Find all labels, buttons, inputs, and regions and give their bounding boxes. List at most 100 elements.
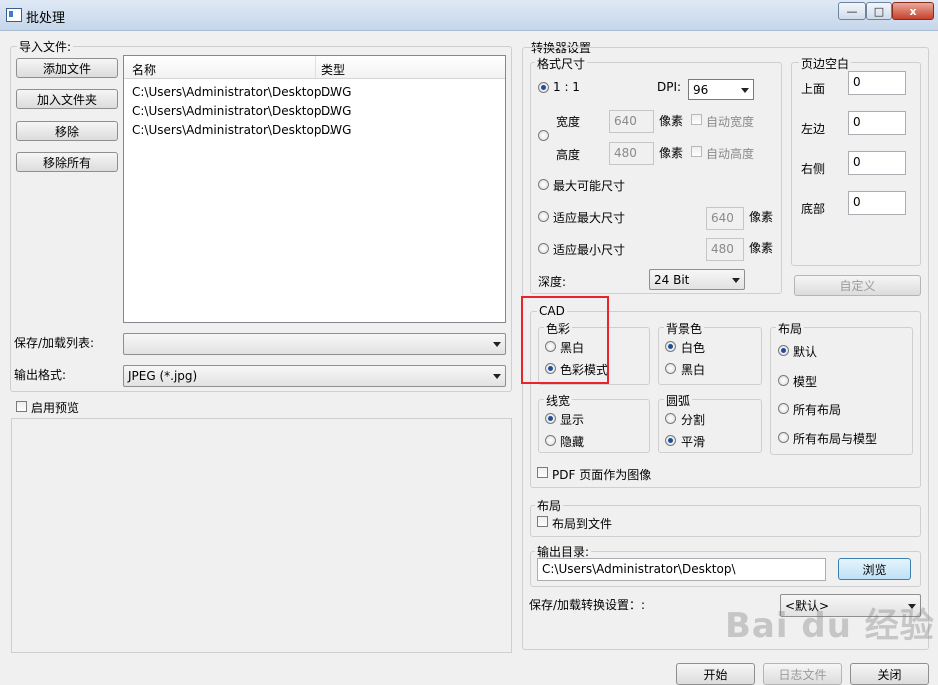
margin-left-input[interactable]: 0 (848, 111, 906, 135)
max-possible-radio[interactable] (538, 179, 549, 190)
title-bar: 批处理 — □ x (0, 0, 938, 31)
output-format-select[interactable]: JPEG (*.jpg) (123, 365, 506, 387)
fit-min-radio[interactable] (538, 243, 549, 254)
margin-top-input[interactable]: 0 (848, 71, 906, 95)
close-icon: x (909, 4, 917, 18)
layout-section-label: 布局 (535, 497, 564, 514)
margin-left-label: 左边 (801, 122, 826, 136)
dpi-label: DPI: (657, 80, 682, 94)
remove-all-button[interactable]: 移除所有 (16, 152, 118, 172)
save-load-convert-label: 保存/加载转换设置：: (529, 598, 646, 612)
baidu-watermark: Bai du 经验 (725, 606, 935, 646)
chevron-down-icon (493, 374, 501, 379)
fit-max-radio[interactable] (538, 211, 549, 222)
ratio-1-1-radio[interactable] (538, 82, 549, 93)
preview-area (11, 418, 512, 653)
margin-top-label: 上面 (801, 82, 826, 96)
enable-preview-checkbox[interactable] (16, 401, 27, 412)
arc-split-radio[interactable] (665, 413, 676, 424)
background-black-radio[interactable] (665, 363, 676, 374)
auto-height-checkbox[interactable] (691, 146, 702, 157)
row-type: DWG (321, 104, 352, 118)
custom-size-radio[interactable] (538, 130, 549, 141)
highlight-box (521, 296, 609, 384)
arc-smooth-radio[interactable] (665, 435, 676, 446)
layout-model-label: 模型 (793, 375, 818, 389)
pdf-page-image-checkbox[interactable] (537, 467, 548, 478)
row-name: C:\Users\Administrator\Desktop... (132, 104, 333, 118)
fit-max-label: 适应最大尺寸 (553, 211, 626, 225)
fit-max-input[interactable]: 640 (706, 207, 744, 230)
table-row[interactable]: C:\Users\Administrator\Desktop... DWG (124, 102, 505, 120)
margins-label: 页边空白 (799, 55, 852, 72)
fit-min-input[interactable]: 480 (706, 238, 744, 261)
row-name: C:\Users\Administrator\Desktop... (132, 123, 333, 137)
height-pixels-label: 像素 (659, 146, 684, 160)
arc-split-label: 分割 (681, 413, 706, 427)
layout-all-model-label: 所有布局与模型 (793, 432, 878, 446)
ratio-1-1-label: 1 : 1 (553, 80, 580, 94)
output-dir-input[interactable]: C:\Users\Administrator\Desktop\ (537, 558, 826, 581)
height-input[interactable]: 480 (609, 142, 654, 165)
row-type: DWG (321, 123, 352, 137)
background-white-radio[interactable] (665, 341, 676, 352)
column-header-name[interactable]: 名称 (132, 61, 156, 78)
layout-to-file-label: 布局到文件 (552, 517, 613, 531)
file-list-header: 名称 类型 (124, 56, 505, 79)
pdf-page-image-label: PDF 页面作为图像 (552, 468, 652, 482)
background-white-label: 白色 (681, 341, 706, 355)
table-row[interactable]: C:\Users\Administrator\Desktop... DWG (124, 83, 505, 101)
layout-model-radio[interactable] (778, 375, 789, 386)
chevron-down-icon (732, 277, 740, 283)
layout-default-radio[interactable] (778, 345, 789, 356)
add-folder-button[interactable]: 加入文件夹 (16, 89, 118, 109)
row-name: C:\Users\Administrator\Desktop... (132, 85, 333, 99)
output-format-label: 输出格式: (14, 368, 67, 382)
margin-right-label: 右侧 (801, 162, 826, 176)
remove-button[interactable]: 移除 (16, 121, 118, 141)
layout-to-file-checkbox[interactable] (537, 516, 548, 527)
close-button[interactable]: 关闭 (850, 663, 929, 685)
dpi-select[interactable]: 96 (688, 79, 754, 100)
margin-right-input[interactable]: 0 (848, 151, 906, 175)
layout-all-model-radio[interactable] (778, 432, 789, 443)
browse-button[interactable]: 浏览 (838, 558, 911, 580)
log-file-button[interactable]: 日志文件 (763, 663, 842, 685)
add-file-button[interactable]: 添加文件 (16, 58, 118, 78)
minimize-button[interactable]: — (838, 2, 866, 20)
custom-button[interactable]: 自定义 (794, 275, 921, 296)
layout-all-radio[interactable] (778, 403, 789, 414)
fit-max-pixels-label: 像素 (749, 210, 774, 224)
save-load-list-label: 保存/加载列表: (14, 336, 95, 350)
background-label: 背景色 (664, 320, 705, 337)
fit-min-label: 适应最小尺寸 (553, 243, 626, 257)
column-divider (315, 56, 316, 78)
maximize-button[interactable]: □ (866, 2, 892, 20)
auto-width-checkbox[interactable] (691, 114, 702, 125)
width-input[interactable]: 640 (609, 110, 654, 133)
save-load-list-select[interactable] (123, 333, 506, 355)
depth-select[interactable]: 24 Bit (649, 269, 745, 290)
format-size-label: 格式尺寸 (535, 55, 588, 72)
file-list[interactable]: 名称 类型 C:\Users\Administrator\Desktop... … (123, 55, 506, 323)
margin-bottom-input[interactable]: 0 (848, 191, 906, 215)
margin-bottom-label: 底部 (801, 202, 826, 216)
line-width-hide-radio[interactable] (545, 435, 556, 446)
app-icon (6, 8, 22, 22)
table-row[interactable]: C:\Users\Administrator\Desktop... DWG (124, 121, 505, 139)
dpi-value: 96 (693, 82, 709, 97)
fit-min-pixels-label: 像素 (749, 241, 774, 255)
start-button[interactable]: 开始 (676, 663, 755, 685)
minimize-icon: — (846, 4, 858, 18)
width-label: 宽度 (556, 115, 581, 129)
import-files-label: 导入文件: (17, 38, 74, 55)
arc-label: 圆弧 (664, 392, 693, 409)
cad-layout-label: 布局 (776, 320, 805, 337)
maximize-icon: □ (873, 4, 885, 18)
column-header-type[interactable]: 类型 (321, 61, 345, 78)
enable-preview-label: 启用预览 (31, 401, 80, 415)
line-width-show-radio[interactable] (545, 413, 556, 424)
auto-height-label: 自动高度 (706, 147, 755, 161)
close-window-button[interactable]: x (892, 2, 934, 20)
background-black-label: 黑白 (681, 363, 706, 377)
